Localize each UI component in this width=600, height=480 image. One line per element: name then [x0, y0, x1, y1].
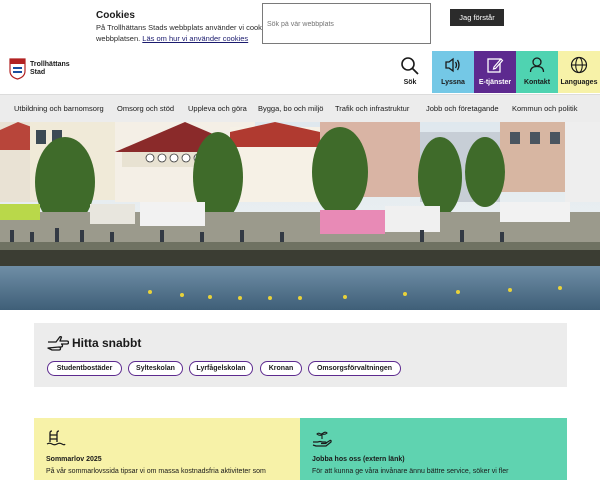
card-work-with-us[interactable]: Jobba hos oss (extern länk) För att kunn…	[300, 418, 567, 480]
e-services-label: E-tjänster	[478, 79, 512, 86]
card-summer-break[interactable]: Sommarlov 2025 På vår sommarlovssida tip…	[34, 418, 300, 480]
contact-button[interactable]: Kontakt	[516, 51, 558, 93]
contact-label: Kontakt	[523, 79, 551, 86]
nav-item-care[interactable]: Omsorg och stöd	[117, 104, 174, 113]
chip-lyrfagelskolan[interactable]: Lyrfågelskolan	[189, 361, 253, 376]
person-icon	[529, 57, 545, 73]
card-text: På vår sommarlovssida tipsar vi om massa…	[46, 468, 266, 475]
listen-label: Lyssna	[441, 79, 465, 86]
page: Cookies På Trollhättans Stads webbplats …	[0, 0, 600, 480]
hero-image	[0, 122, 600, 310]
search-button-label: Sök	[403, 79, 417, 86]
languages-button[interactable]: Languages	[558, 51, 600, 93]
pointing-hand-icon	[47, 336, 69, 351]
site-logo[interactable]: Trollhättans Stad	[9, 58, 78, 80]
globe-icon	[570, 56, 588, 74]
logo-text: Trollhättans Stad	[30, 61, 70, 76]
swimming-icon	[46, 430, 66, 446]
search-input[interactable]	[267, 18, 397, 30]
speaker-icon	[445, 57, 460, 73]
coat-of-arms-icon	[9, 58, 26, 80]
search-box	[262, 3, 431, 44]
main-navigation: Utbildning och barnomsorg Omsorg och stö…	[0, 94, 600, 122]
listen-button[interactable]: Lyssna	[432, 51, 474, 93]
card-title: Sommarlov 2025	[46, 456, 102, 463]
cookie-accept-button[interactable]: Jag förstår	[450, 9, 504, 26]
quick-links-panel: Hitta snabbt Studentbostäder Sylteskolan…	[34, 323, 567, 387]
chip-sylteskolan[interactable]: Sylteskolan	[128, 361, 183, 376]
nav-item-politics[interactable]: Kommun och politik	[512, 104, 577, 113]
nav-item-jobs[interactable]: Jobb och företagande	[426, 104, 499, 113]
nav-item-housing[interactable]: Bygga, bo och miljö	[258, 104, 323, 113]
chip-studentbostader[interactable]: Studentbostäder	[47, 361, 122, 376]
languages-label: Languages	[560, 79, 598, 86]
nav-item-experience[interactable]: Uppleva och göra	[188, 104, 247, 113]
e-services-button[interactable]: E-tjänster	[474, 51, 516, 93]
chip-omsorgsforvaltningen[interactable]: Omsorgsförvaltningen	[308, 361, 401, 376]
search-icon	[401, 57, 419, 75]
card-text: För att kunna ge våra invånare ännu bätt…	[312, 468, 509, 475]
chip-kronan[interactable]: Kronan	[260, 361, 302, 376]
cookie-title: Cookies	[96, 10, 135, 21]
card-title: Jobba hos oss (extern länk)	[312, 456, 405, 463]
nav-item-education[interactable]: Utbildning och barnomsorg	[14, 104, 104, 113]
quick-links-title: Hitta snabbt	[72, 336, 142, 350]
edit-icon	[487, 58, 504, 73]
cookie-info-link[interactable]: Läs om hur vi använder cookies	[142, 34, 248, 43]
nav-item-traffic[interactable]: Trafik och infrastruktur	[335, 104, 409, 113]
hand-plant-icon	[312, 431, 332, 447]
